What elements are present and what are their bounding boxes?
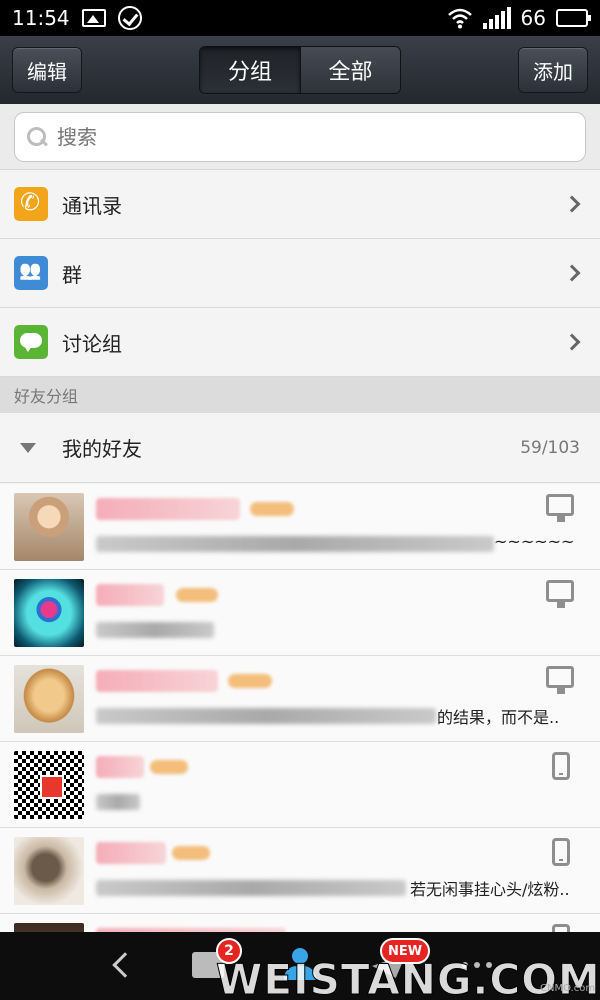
friend-row[interactable] (0, 570, 600, 656)
friend-signature: ~~~~~~ (494, 532, 575, 551)
category-groups[interactable]: 群 (0, 239, 600, 308)
friend-name-blurred (96, 842, 166, 864)
friend-name-blurred (96, 670, 218, 692)
avatar (14, 579, 84, 647)
signature-blurred (96, 880, 406, 896)
friend-badge-blurred (150, 760, 188, 774)
friend-badge-blurred (172, 846, 210, 860)
message-badge: 2 (216, 938, 242, 964)
pc-icon (546, 666, 574, 694)
pc-icon (546, 580, 574, 608)
friend-name-blurred (96, 756, 144, 778)
friend-signature: 若无闲事挂心头/炫粉.. (410, 880, 570, 899)
category-contacts[interactable]: 通讯录 (0, 170, 600, 239)
friend-signature: 的结果，而不是.. (437, 708, 560, 727)
friend-row[interactable]: ~~~~~~ (0, 484, 600, 570)
status-bar: 11:54 66 (0, 0, 600, 36)
app-header: 编辑 分组 全部 添加 (0, 36, 600, 104)
chevron-right-icon (563, 264, 581, 282)
friend-row[interactable]: 的结果，而不是.. (0, 656, 600, 742)
check-icon (117, 6, 142, 30)
expand-triangle-icon (20, 442, 36, 453)
group-icon (14, 256, 48, 290)
avatar (14, 837, 84, 905)
watermark-small: CNMO.com (540, 983, 596, 994)
friend-badge-blurred (250, 502, 294, 516)
edit-button[interactable]: 编辑 (12, 47, 82, 93)
signature-blurred (96, 794, 140, 810)
signal-icon (482, 7, 511, 29)
category-label: 讨论组 (62, 331, 122, 356)
friend-row[interactable]: 若无闲事挂心头/炫粉.. (0, 828, 600, 914)
signature-blurred (96, 536, 494, 552)
chat-icon (14, 325, 48, 359)
tab-all[interactable]: 全部 (300, 47, 400, 93)
signature-blurred (96, 622, 214, 638)
battery-icon (556, 9, 591, 27)
add-button[interactable]: 添加 (518, 47, 588, 93)
friend-name-blurred (96, 498, 240, 520)
new-badge: NEW (380, 938, 431, 964)
search-input[interactable] (57, 125, 573, 149)
avatar (14, 493, 84, 561)
friend-name-blurred (96, 584, 164, 606)
friend-group-row[interactable]: 我的好友 59/103 (0, 413, 600, 483)
friend-badge-blurred (176, 588, 218, 602)
search-bar (0, 104, 600, 170)
tab-groups[interactable]: 分组 (200, 47, 300, 93)
pc-icon (546, 494, 574, 522)
mobile-icon (552, 838, 574, 866)
chevron-right-icon (563, 333, 581, 351)
group-count: 59/103 (520, 437, 580, 458)
clock: 11:54 (12, 6, 70, 30)
signature-blurred (96, 708, 436, 724)
group-name: 我的好友 (62, 437, 142, 461)
avatar (14, 665, 84, 733)
friend-row[interactable] (0, 742, 600, 828)
wifi-icon (447, 8, 472, 29)
section-header: 好友分组 (0, 377, 600, 413)
chevron-right-icon (563, 195, 581, 213)
avatar (14, 751, 84, 819)
search-box[interactable] (14, 112, 586, 162)
mobile-icon (552, 752, 574, 780)
category-label: 通讯录 (62, 193, 122, 218)
view-toggle: 分组 全部 (199, 46, 401, 94)
search-icon (27, 127, 47, 147)
friend-badge-blurred (228, 674, 272, 688)
back-icon[interactable] (112, 952, 138, 978)
phone-icon (14, 187, 48, 221)
category-label: 群 (62, 262, 82, 287)
battery-percent: 66 (520, 6, 546, 30)
category-discussions[interactable]: 讨论组 (0, 308, 600, 377)
image-icon (81, 9, 106, 27)
